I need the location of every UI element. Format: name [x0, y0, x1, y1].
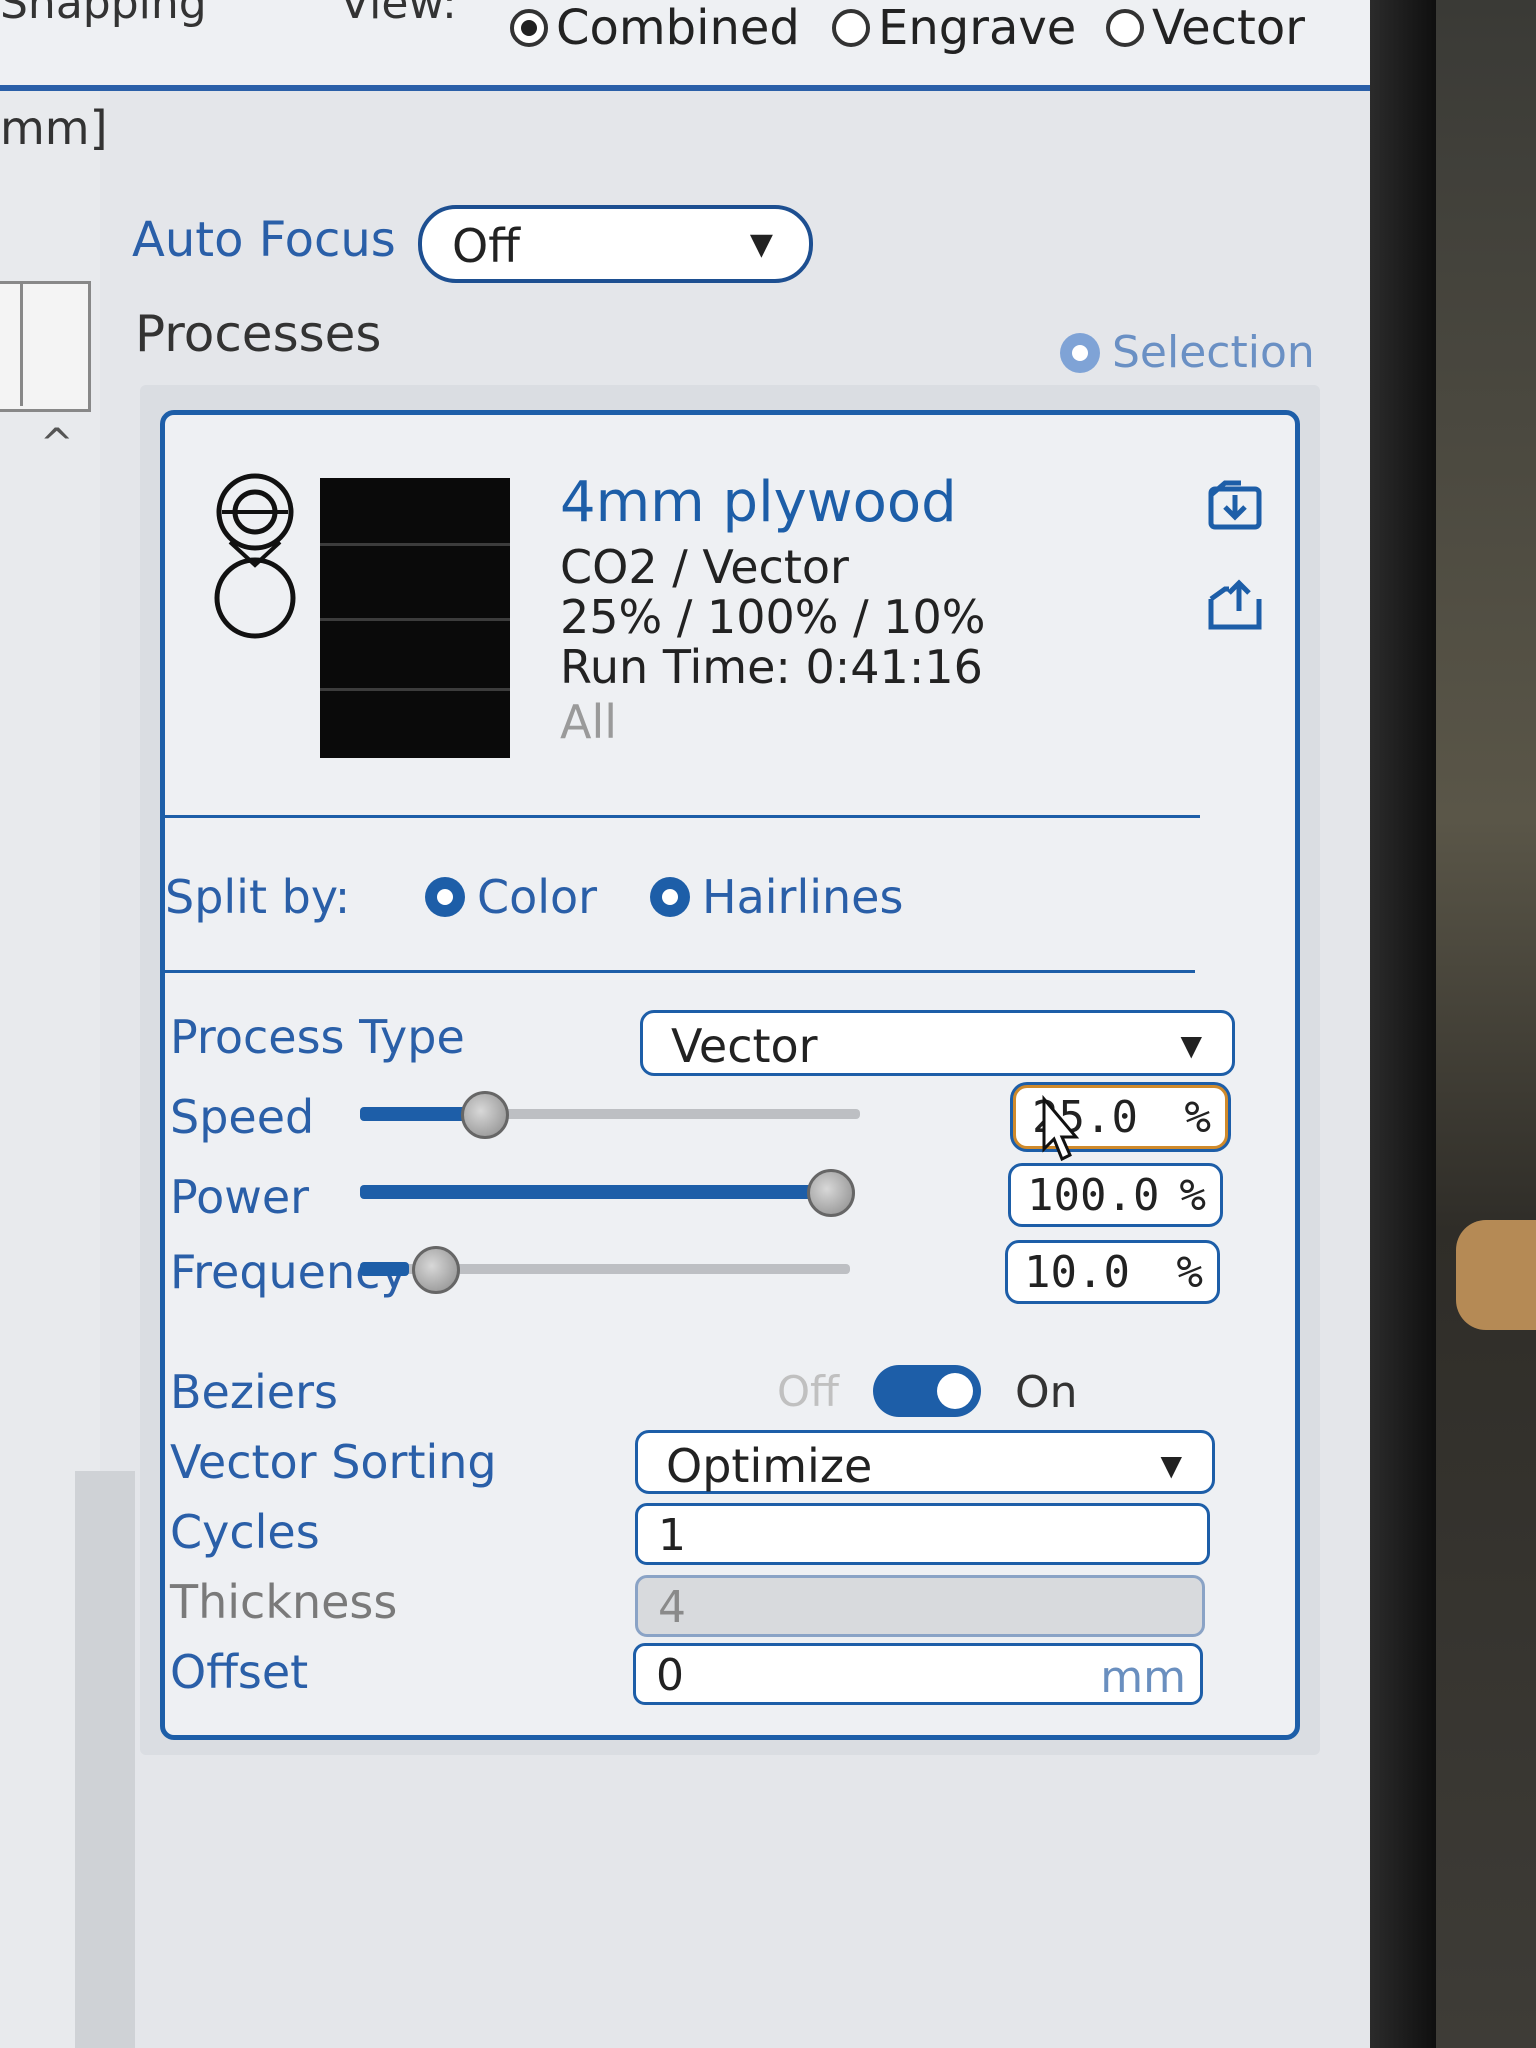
offset-label: Offset [170, 1645, 309, 1699]
toggle-knob [937, 1373, 973, 1409]
beziers-on-label: On [1015, 1367, 1078, 1418]
settings-summary: 25% / 100% / 10% [560, 590, 986, 644]
radio-unselected-icon [832, 9, 870, 47]
dropdown-arrow-icon: ▼ [1180, 1029, 1202, 1062]
cycles-label: Cycles [170, 1505, 320, 1559]
process-type-value: Vector [671, 1019, 818, 1073]
vector-sorting-label: Vector Sorting [170, 1435, 497, 1489]
left-panel: mm] ^ [0, 91, 135, 2048]
slider-knob[interactable] [461, 1091, 509, 1139]
monitor-bezel [1370, 0, 1436, 2048]
beziers-off-label: Off [777, 1367, 839, 1416]
split-by-hairlines-button[interactable]: Hairlines [650, 870, 903, 924]
load-from-library-icon[interactable] [1205, 575, 1265, 635]
add-icon [650, 877, 690, 917]
process-card[interactable]: 4mm plywood CO2 / Vector 25% / 100% / 10… [160, 410, 1300, 1740]
auto-focus-value: Off [452, 219, 520, 273]
cycles-input[interactable]: 1 [635, 1503, 1210, 1565]
speed-slider[interactable] [360, 1085, 860, 1145]
selection-option[interactable]: Selection [1060, 327, 1315, 378]
vector-sorting-select[interactable]: Optimize ▼ [635, 1430, 1215, 1494]
dropdown-arrow-icon: ▼ [749, 227, 773, 262]
thickness-input: 4 [635, 1575, 1205, 1637]
thickness-label: Thickness [170, 1575, 398, 1629]
process-scope: All [560, 695, 618, 749]
power-label: Power [170, 1170, 310, 1224]
frequency-slider[interactable] [360, 1240, 850, 1300]
view-option-engrave[interactable]: Engrave [832, 0, 1076, 56]
auto-focus-label: Auto Focus [132, 212, 396, 268]
left-scrollbar[interactable] [75, 1471, 135, 2048]
add-icon [425, 877, 465, 917]
slider-fill [360, 1185, 831, 1199]
offset-input[interactable]: 0 mm [633, 1643, 1203, 1705]
process-type-select[interactable]: Vector ▼ [640, 1010, 1235, 1076]
background-desk [1436, 0, 1536, 2048]
material-thumbnail [320, 478, 510, 758]
radio-selected-icon [510, 9, 548, 47]
snapping-label[interactable]: Snapping [0, 0, 207, 29]
slider-knob[interactable] [807, 1169, 855, 1217]
slider-fill [360, 1262, 409, 1276]
top-toolbar: Snapping View: Combined Engrave Vector [0, 0, 1370, 91]
save-to-library-icon[interactable] [1205, 475, 1265, 535]
split-by-label: Split by: [165, 870, 351, 924]
view-label: View: [340, 0, 457, 29]
split-by-color-button[interactable]: Color [425, 870, 597, 924]
laser-mode: CO2 / Vector [560, 540, 849, 594]
beziers-label: Beziers [170, 1365, 338, 1419]
radio-icon [1060, 332, 1100, 373]
dropdown-arrow-icon: ▼ [1160, 1449, 1182, 1482]
material-name: 4mm plywood [560, 470, 957, 535]
divider [165, 970, 1195, 973]
left-panel-divider [20, 281, 23, 406]
radio-unselected-icon [1106, 9, 1144, 47]
collapse-caret-icon[interactable]: ^ [40, 421, 74, 467]
wood-piece [1456, 1220, 1536, 1330]
view-option-vector[interactable]: Vector [1106, 0, 1305, 56]
left-panel-field[interactable] [0, 281, 91, 412]
beziers-toggle[interactable] [873, 1365, 981, 1417]
run-time: Run Time: 0:41:16 [560, 640, 983, 694]
laser-software-window: Snapping View: Combined Engrave Vector m… [0, 0, 1370, 2048]
process-type-label: Process Type [170, 1010, 465, 1064]
power-slider[interactable] [360, 1163, 855, 1223]
unit-label: mm] [0, 101, 108, 155]
vector-preview-icon [214, 473, 296, 639]
slider-knob[interactable] [412, 1246, 460, 1294]
mouse-cursor-icon [1042, 1095, 1080, 1162]
view-option-combined[interactable]: Combined [510, 0, 800, 56]
divider [165, 815, 1200, 818]
auto-focus-select[interactable]: Off ▼ [418, 205, 813, 283]
vector-sorting-value: Optimize [666, 1439, 873, 1493]
frequency-input[interactable]: 10.0 % [1005, 1240, 1220, 1304]
speed-label: Speed [170, 1090, 315, 1144]
processes-heading: Processes [135, 305, 382, 363]
